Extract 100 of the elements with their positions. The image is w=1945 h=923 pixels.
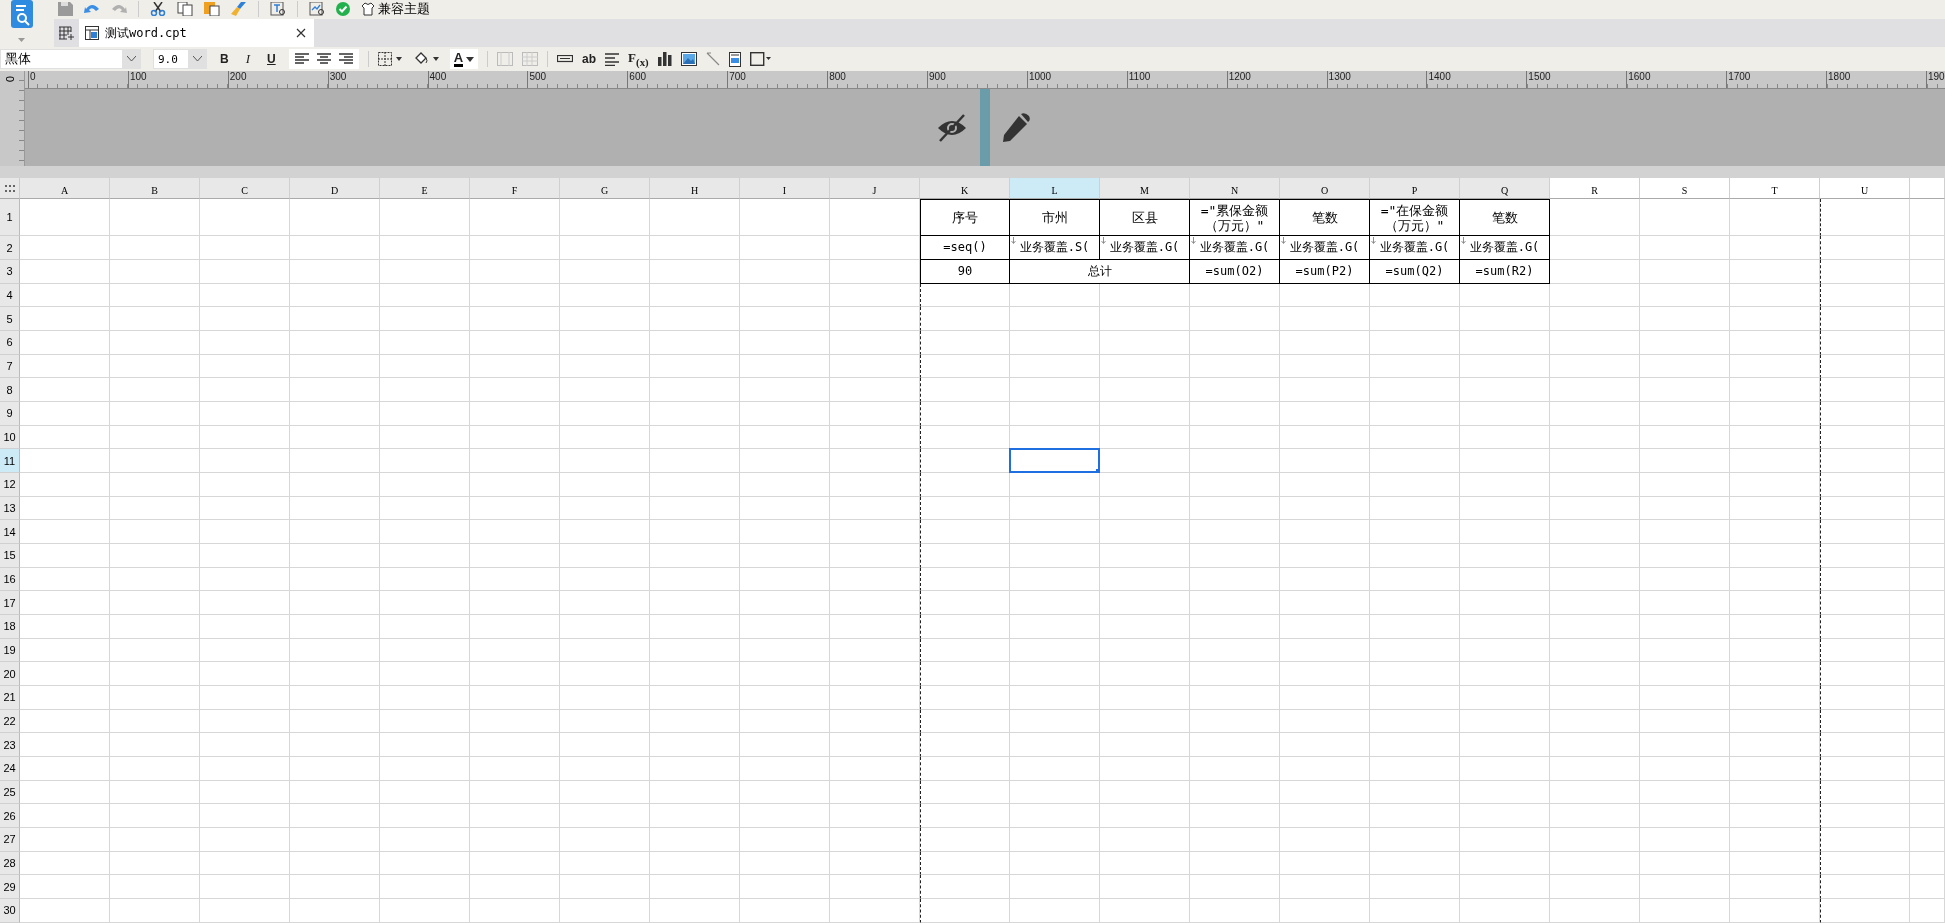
scissors-icon[interactable] [150,1,166,16]
theme-button[interactable]: 兼容主题 [361,0,430,18]
column-header[interactable]: K [920,178,1010,199]
row-header[interactable]: 29 [0,875,20,900]
column-header[interactable]: P [1370,178,1460,199]
row-header[interactable]: 26 [0,804,20,829]
image-icon[interactable] [680,52,697,66]
column-header[interactable]: D [290,178,380,199]
row-header[interactable]: 3 [0,260,20,284]
pencil-icon[interactable] [1002,112,1030,143]
align-center-icon[interactable] [316,53,331,65]
row-header[interactable]: 9 [0,402,20,426]
bold-button[interactable]: B [216,49,233,69]
font-color-button[interactable]: A [449,49,479,69]
column-header[interactable]: G [560,178,650,199]
row-header[interactable]: 17 [0,591,20,616]
slash-icon[interactable] [705,52,720,66]
paste-icon[interactable] [204,1,220,16]
row-header[interactable]: 16 [0,567,20,592]
align-right-icon[interactable] [338,53,353,65]
table-cell: 序号 [920,199,1010,236]
column-header[interactable]: S [1640,178,1730,199]
border-icon[interactable] [377,52,404,66]
hidden-eye-icon[interactable] [936,113,968,142]
column-header[interactable]: T [1730,178,1820,199]
table-cell: 笔数 [1460,199,1550,236]
row-header[interactable]: 27 [0,828,20,852]
row-header[interactable]: 22 [0,709,20,734]
row-header[interactable]: 15 [0,544,20,568]
column-header[interactable]: R [1550,178,1640,199]
table-cell: =sum(O2) [1190,260,1280,284]
underline-button[interactable]: U [263,49,280,69]
vertical-ruler: 0 [0,71,25,166]
column-header[interactable]: U [1820,178,1910,199]
row-header[interactable]: 8 [0,378,20,403]
row-header[interactable]: 2 [0,236,20,260]
column-header[interactable]: M [1100,178,1190,199]
table-cell: 业务覆盖.G( [1280,236,1370,260]
font-size-select[interactable]: 9.0 [153,49,207,69]
row-header[interactable]: 30 [0,899,20,923]
italic-button[interactable]: I [241,49,254,69]
column-header[interactable]: O [1280,178,1370,199]
text-search-icon[interactable] [270,1,286,16]
column-header[interactable]: Q [1460,178,1550,199]
table-cell: =sum(P2) [1280,260,1370,284]
row-header[interactable]: 7 [0,354,20,379]
row-header[interactable]: 5 [0,307,20,331]
row-header[interactable]: 19 [0,638,20,663]
check-circle-icon[interactable] [336,1,350,16]
file-tab[interactable]: 测试word.cpt [79,19,314,47]
text-tool-label[interactable]: ab [582,52,597,66]
row-header[interactable]: 10 [0,425,20,450]
row-header[interactable]: 12 [0,473,20,497]
row-header[interactable]: 6 [0,331,20,355]
row-header[interactable]: 13 [0,496,20,521]
column-header[interactable]: A [20,178,110,199]
row-header[interactable]: 28 [0,851,20,876]
document-icon[interactable] [728,51,741,67]
row-header[interactable]: 18 [0,615,20,639]
column-header[interactable]: L [1010,178,1100,199]
brush-icon[interactable] [231,1,247,16]
frame-icon[interactable] [749,52,772,66]
chart-search-icon[interactable] [309,1,325,16]
copy-icon[interactable] [177,1,193,16]
merge-cells-icon[interactable] [497,52,514,66]
caret-icon [192,56,202,62]
row-header[interactable]: 20 [0,662,20,687]
column-header[interactable]: J [830,178,920,199]
close-icon[interactable] [296,28,306,38]
column-header[interactable]: E [380,178,470,199]
formula-label[interactable]: F$_{(x)}$ [628,50,649,68]
column-header[interactable]: H [650,178,740,199]
table-cell: =sum(Q2) [1370,260,1460,284]
row-header[interactable]: 4 [0,283,20,308]
column-header[interactable]: F [470,178,560,199]
align-left-icon[interactable] [294,53,309,65]
row-header[interactable]: 14 [0,520,20,545]
column-header[interactable]: B [110,178,200,199]
column-header[interactable]: C [200,178,290,199]
text-field-icon[interactable] [557,55,574,63]
resize-handle[interactable] [980,89,990,166]
caret-icon [466,56,475,62]
table-cell: 业务覆盖.S( [1010,236,1100,260]
bar-chart-icon[interactable] [657,52,672,66]
row-header[interactable]: 21 [0,686,20,710]
column-header[interactable]: N [1190,178,1280,199]
paragraph-icon[interactable] [605,52,620,66]
app-logo-icon[interactable] [11,0,33,28]
row-header[interactable]: 23 [0,733,20,758]
undo-icon[interactable] [84,2,100,15]
table-cell: 业务覆盖.G( [1460,236,1550,260]
row-header[interactable]: 11 [0,449,20,474]
grip-icon[interactable] [0,178,20,199]
row-header[interactable]: 1 [0,199,20,236]
row-header[interactable]: 25 [0,780,20,805]
table-cell: =sum(R2) [1460,260,1550,284]
column-header[interactable]: I [740,178,830,199]
split-cells-icon[interactable] [522,52,539,66]
row-header[interactable]: 24 [0,757,20,781]
font-select[interactable]: 黑体 [0,49,141,69]
